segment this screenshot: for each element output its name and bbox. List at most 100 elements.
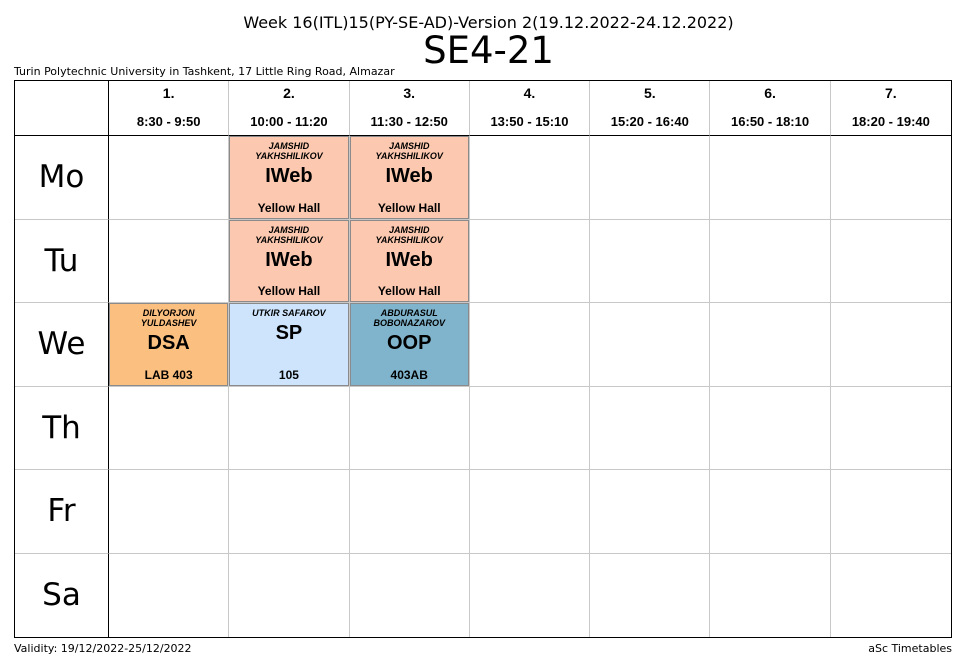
slot-cell bbox=[710, 386, 831, 470]
period-header-5: 5. 15:20 - 16:40 bbox=[590, 81, 711, 136]
slot-cell bbox=[590, 470, 711, 554]
period-time: 15:20 - 16:40 bbox=[610, 114, 689, 129]
slot-cell bbox=[710, 303, 831, 387]
period-header-3: 3. 11:30 - 12:50 bbox=[349, 81, 470, 136]
lesson-card[interactable]: JAMSHID YAKHSHILIKOV IWeb Yellow Hall bbox=[349, 136, 469, 219]
slot-cell bbox=[590, 553, 711, 637]
lesson-room: 403AB bbox=[390, 367, 428, 382]
lesson-subject: IWeb bbox=[385, 165, 433, 187]
period-number: 4. bbox=[523, 85, 536, 101]
lesson-teacher: JAMSHID YAKHSHILIKOV bbox=[255, 224, 323, 245]
slot-cell bbox=[830, 136, 951, 220]
slot-cell: JAMSHID YAKHSHILIKOV IWeb Yellow Hall bbox=[229, 136, 350, 220]
slot-cell bbox=[109, 136, 230, 220]
lesson-room: Yellow Hall bbox=[257, 284, 321, 298]
lesson-card[interactable]: JAMSHID YAKHSHILIKOV IWeb Yellow Hall bbox=[349, 219, 469, 302]
period-number: 7. bbox=[885, 85, 897, 101]
slot-cell bbox=[710, 219, 831, 303]
period-number: 3. bbox=[403, 85, 416, 101]
slot-cell bbox=[109, 386, 230, 470]
slot-cell bbox=[350, 553, 470, 637]
period-time: 10:00 - 11:20 bbox=[250, 114, 328, 129]
slot-cell bbox=[469, 219, 591, 303]
period-header-4: 4. 13:50 - 15:10 bbox=[469, 81, 591, 136]
slot-cell bbox=[710, 136, 831, 220]
slot-cell bbox=[710, 553, 831, 637]
period-number: 5. bbox=[643, 85, 656, 101]
lesson-subject: SP bbox=[275, 322, 303, 344]
lesson-subject: IWeb bbox=[265, 248, 313, 271]
lesson-teacher: JAMSHID YAKHSHILIKOV bbox=[375, 224, 443, 245]
period-time: 8:30 - 9:50 bbox=[136, 114, 201, 129]
lesson-room: LAB 403 bbox=[144, 367, 193, 382]
slot-cell bbox=[229, 553, 350, 637]
period-number: 2. bbox=[283, 85, 295, 101]
slot-cell: JAMSHID YAKHSHILIKOV IWeb Yellow Hall bbox=[229, 219, 350, 303]
slot-cell bbox=[710, 470, 831, 554]
lesson-teacher: UTKIR SAFAROV bbox=[252, 308, 326, 318]
slot-cell bbox=[830, 470, 951, 554]
slot-cell bbox=[470, 553, 591, 637]
slot-cell bbox=[590, 219, 711, 303]
slot-cell bbox=[469, 386, 591, 470]
slot-cell bbox=[109, 470, 230, 554]
lesson-teacher: ABDURASUL BOBONAZAROV bbox=[373, 308, 445, 328]
period-header-1: 1. 8:30 - 9:50 bbox=[109, 81, 230, 136]
grid-corner bbox=[15, 81, 109, 136]
slot-cell bbox=[469, 470, 591, 554]
day-header-sa: Sa bbox=[15, 553, 109, 637]
day-header-tu: Tu bbox=[15, 219, 109, 303]
slot-cell bbox=[229, 386, 350, 470]
period-header-7: 7. 18:20 - 19:40 bbox=[830, 81, 951, 136]
slot-cell: DILYORJON YULDASHEV DSA LAB 403 bbox=[109, 303, 230, 387]
period-time: 18:20 - 19:40 bbox=[851, 114, 930, 129]
slot-cell: UTKIR SAFAROV SP 105 bbox=[229, 303, 350, 387]
slot-cell bbox=[590, 386, 711, 470]
period-time: 11:30 - 12:50 bbox=[370, 114, 448, 129]
slot-cell bbox=[229, 470, 350, 554]
lesson-room: Yellow Hall bbox=[257, 200, 321, 215]
lesson-card[interactable]: JAMSHID YAKHSHILIKOV IWeb Yellow Hall bbox=[229, 136, 349, 219]
period-number: 6. bbox=[764, 85, 776, 101]
period-number: 1. bbox=[162, 85, 175, 101]
day-header-fr: Fr bbox=[15, 470, 109, 554]
slot-cell bbox=[349, 470, 470, 554]
day-header-we: We bbox=[15, 303, 109, 387]
slot-cell bbox=[109, 219, 230, 303]
lesson-teacher: JAMSHID YAKHSHILIKOV bbox=[255, 141, 323, 161]
slot-cell bbox=[830, 220, 951, 303]
slot-cell bbox=[349, 386, 470, 470]
lesson-subject: IWeb bbox=[385, 248, 433, 271]
slot-cell bbox=[469, 303, 591, 387]
slot-cell bbox=[469, 136, 591, 220]
lesson-teacher: DILYORJON YULDASHEV bbox=[140, 308, 197, 328]
slot-cell bbox=[830, 303, 951, 387]
slot-cell bbox=[109, 553, 230, 637]
day-header-th: Th bbox=[15, 386, 109, 470]
slot-cell bbox=[590, 136, 711, 220]
day-header-mo: Mo bbox=[15, 136, 109, 220]
lesson-room: Yellow Hall bbox=[377, 284, 441, 298]
period-time: 16:50 - 18:10 bbox=[731, 114, 810, 129]
slot-cell: JAMSHID YAKHSHILIKOV IWeb Yellow Hall bbox=[349, 136, 470, 220]
lesson-card[interactable]: UTKIR SAFAROV SP 105 bbox=[229, 303, 349, 386]
period-header-2: 2. 10:00 - 11:20 bbox=[229, 81, 350, 136]
slot-cell bbox=[830, 387, 951, 470]
slot-cell: JAMSHID YAKHSHILIKOV IWeb Yellow Hall bbox=[349, 219, 470, 303]
lesson-card[interactable]: ABDURASUL BOBONAZAROV OOP 403AB bbox=[349, 303, 469, 386]
slot-cell: ABDURASUL BOBONAZAROV OOP 403AB bbox=[349, 303, 470, 387]
slot-cell bbox=[590, 303, 711, 387]
lesson-card[interactable]: DILYORJON YULDASHEV DSA LAB 403 bbox=[109, 303, 229, 386]
school-address: Turin Polytechnic University in Tashkent… bbox=[14, 65, 395, 78]
lesson-subject: OOP bbox=[386, 332, 432, 354]
generator-text: aSc Timetables bbox=[868, 642, 952, 655]
lesson-card[interactable]: JAMSHID YAKHSHILIKOV IWeb Yellow Hall bbox=[229, 219, 349, 302]
lesson-teacher: JAMSHID YAKHSHILIKOV bbox=[375, 141, 443, 161]
lesson-subject: IWeb bbox=[265, 165, 313, 187]
lesson-room: Yellow Hall bbox=[377, 200, 441, 215]
lesson-subject: DSA bbox=[147, 332, 190, 354]
period-time: 13:50 - 15:10 bbox=[490, 114, 569, 129]
lesson-room: 105 bbox=[278, 367, 299, 382]
timetable-grid: 1. 8:30 - 9:50 2. 10:00 - 11:20 3. 11:30 - 12… bbox=[14, 80, 952, 638]
period-header-6: 6. 16:50 - 18:10 bbox=[710, 81, 831, 136]
